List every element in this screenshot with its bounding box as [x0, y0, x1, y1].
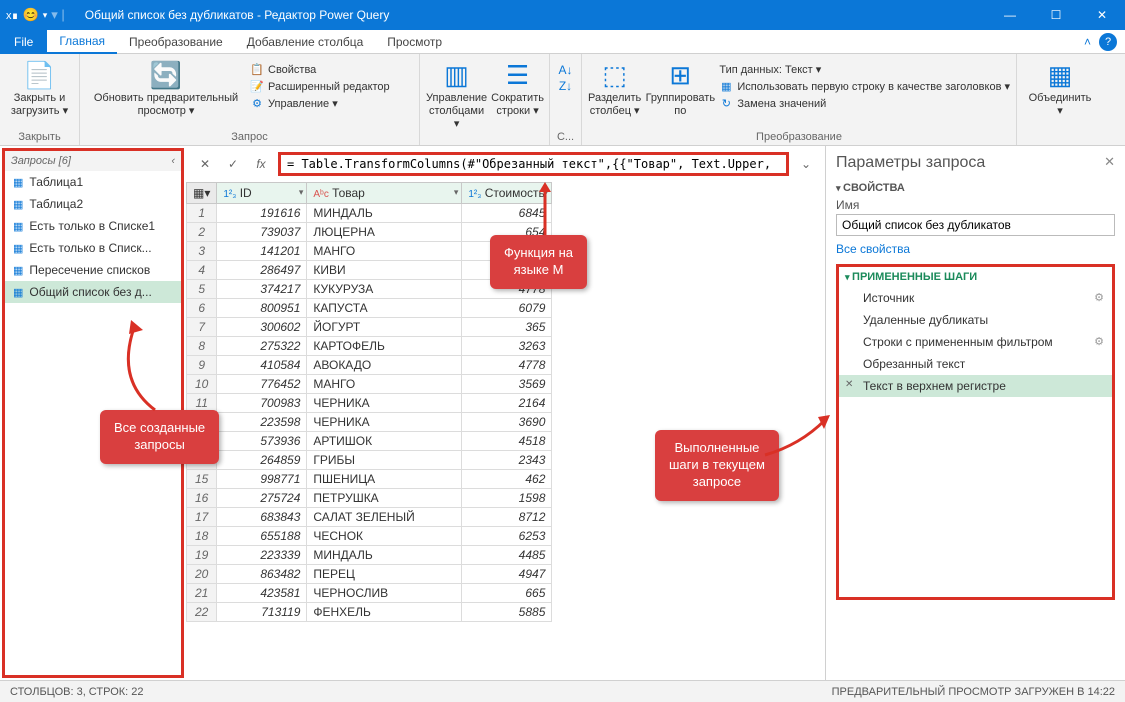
- callout-queries: Все созданные запросы: [100, 410, 219, 464]
- dropdown-icon[interactable]: ▾: [43, 10, 48, 21]
- status-right: ПРЕДВАРИТЕЛЬНЫЙ ПРОСМОТР ЗАГРУЖЕН В 14:2…: [832, 686, 1115, 698]
- query-item[interactable]: ▦Общий список без д...: [5, 281, 181, 303]
- query-item[interactable]: ▦Есть только в Списке1: [5, 215, 181, 237]
- query-item[interactable]: ▦Таблица1: [5, 171, 181, 193]
- table-row[interactable]: 20863482ПЕРЕЦ4947: [187, 565, 552, 584]
- applied-step[interactable]: Текст в верхнем регистре: [839, 375, 1112, 397]
- table-row[interactable]: 8275322КАРТОФЕЛЬ3263: [187, 337, 552, 356]
- all-properties-link[interactable]: Все свойства: [836, 242, 1115, 256]
- column-header-id[interactable]: 1²₃ ID▾: [217, 183, 307, 204]
- center-panel: ✕ ✓ fx ⌄ ▦▾ 1²₃ ID▾ Aᵇc Товар▾ 1²₃ Стоим…: [186, 146, 825, 680]
- column-header-cost[interactable]: 1²₃ Стоимость▾: [462, 183, 552, 204]
- tab-file[interactable]: File: [0, 30, 47, 54]
- table-row[interactable]: 18655188ЧЕСНОК6253: [187, 527, 552, 546]
- query-item[interactable]: ▦Пересечение списков: [5, 259, 181, 281]
- maximize-button[interactable]: ☐: [1033, 0, 1079, 30]
- tab-addcolumn[interactable]: Добавление столбца: [235, 30, 376, 54]
- advanced-editor-button[interactable]: 📝Расширенный редактор: [250, 78, 390, 95]
- collapse-ribbon-icon[interactable]: ˄: [1084, 35, 1091, 49]
- close-button[interactable]: ✕: [1079, 0, 1125, 30]
- status-bar: СТОЛБЦОВ: 3, СТРОК: 22 ПРЕДВАРИТЕЛЬНЫЙ П…: [0, 680, 1125, 702]
- applied-step[interactable]: Удаленные дубликаты: [839, 309, 1112, 331]
- applied-step[interactable]: Обрезанный текст: [839, 353, 1112, 375]
- gear-icon[interactable]: ⚙: [1094, 291, 1104, 305]
- manage-columns-button[interactable]: ▥Управление столбцами ▾: [426, 57, 487, 132]
- group-transform-label: Преобразование: [588, 131, 1010, 145]
- cancel-formula-button[interactable]: ✕: [194, 153, 216, 175]
- group-cols-label: [426, 132, 543, 146]
- callout-formula: Функция на языке М: [490, 235, 587, 289]
- table-row[interactable]: 13573936АРТИШОК4518: [187, 432, 552, 451]
- table-row[interactable]: 10776452МАНГО3569: [187, 375, 552, 394]
- query-name-input[interactable]: [836, 214, 1115, 236]
- column-header-tovar[interactable]: Aᵇc Товар▾: [307, 183, 462, 204]
- table-row[interactable]: 11700983ЧЕРНИКА2164: [187, 394, 552, 413]
- manage-button[interactable]: ⚙Управление ▾: [250, 95, 390, 112]
- settings-title: Параметры запроса✕: [836, 154, 1115, 172]
- smiley-icon: 😊: [23, 7, 39, 23]
- table-row[interactable]: 21423581ЧЕРНОСЛИВ665: [187, 584, 552, 603]
- formula-bar[interactable]: [278, 152, 789, 176]
- sort-asc-button[interactable]: A↓: [558, 63, 572, 77]
- help-icon[interactable]: ?: [1099, 33, 1117, 51]
- query-settings-panel: Параметры запроса✕ СВОЙСТВА Имя Все свой…: [825, 146, 1125, 680]
- properties-button[interactable]: 📋Свойства: [250, 61, 390, 78]
- refresh-preview-button[interactable]: 🔄Обновить предварительный просмотр ▾: [86, 57, 246, 118]
- applied-steps-header[interactable]: ПРИМЕНЕННЫЕ ШАГИ: [845, 271, 1106, 283]
- close-panel-icon[interactable]: ✕: [1104, 154, 1115, 172]
- menu-bar: File Главная Преобразование Добавление с…: [0, 30, 1125, 54]
- group-query-label: Запрос: [86, 131, 413, 145]
- collapse-icon[interactable]: ‹: [171, 155, 175, 167]
- first-row-headers-button[interactable]: ▦Использовать первую строку в качестве з…: [719, 78, 1010, 95]
- tab-transform[interactable]: Преобразование: [117, 30, 235, 54]
- table-row[interactable]: 17683843САЛАТ ЗЕЛЕНЫЙ8712: [187, 508, 552, 527]
- tab-view[interactable]: Просмотр: [375, 30, 454, 54]
- split-column-button[interactable]: ⬚Разделить столбец ▾: [588, 57, 641, 118]
- excel-icon: x∎: [6, 9, 19, 22]
- query-item[interactable]: ▦Таблица2: [5, 193, 181, 215]
- gear-icon[interactable]: ⚙: [1094, 335, 1104, 349]
- queries-header[interactable]: Запросы [6]‹: [5, 151, 181, 171]
- table-row[interactable]: 7300602ЙОГУРТ365: [187, 318, 552, 337]
- close-load-button[interactable]: 📄Закрыть и загрузить ▾: [6, 57, 73, 118]
- table-row[interactable]: 9410584АВОКАДО4778: [187, 356, 552, 375]
- corner-cell[interactable]: ▦▾: [187, 183, 217, 204]
- separator: ▾ |: [51, 7, 65, 23]
- accept-formula-button[interactable]: ✓: [222, 153, 244, 175]
- replace-values-button[interactable]: ↻Замена значений: [719, 95, 1010, 112]
- group-sort-label: С...: [556, 131, 575, 145]
- formula-dropdown-button[interactable]: ⌄: [795, 153, 817, 175]
- table-row[interactable]: 14264859ГРИБЫ2343: [187, 451, 552, 470]
- fx-button[interactable]: fx: [250, 153, 272, 175]
- sort-desc-button[interactable]: Z↓: [559, 79, 572, 93]
- callout-steps: Выполненные шаги в текущем запросе: [655, 430, 779, 501]
- minimize-button[interactable]: —: [987, 0, 1033, 30]
- datatype-button[interactable]: Тип данных: Текст ▾: [719, 61, 1010, 78]
- window-title: Общий список без дубликатов - Редактор P…: [65, 8, 987, 22]
- query-item[interactable]: ▦Есть только в Списк...: [5, 237, 181, 259]
- ribbon: 📄Закрыть и загрузить ▾ Закрыть 🔄Обновить…: [0, 54, 1125, 146]
- table-row[interactable]: 16275724ПЕТРУШКА1598: [187, 489, 552, 508]
- tab-home[interactable]: Главная: [47, 30, 117, 54]
- table-row[interactable]: 22713119ФЕНХЕЛЬ5885: [187, 603, 552, 622]
- table-row[interactable]: 1191616МИНДАЛЬ6845: [187, 204, 552, 223]
- group-by-button[interactable]: ⊞Группировать по: [645, 57, 715, 118]
- applied-step[interactable]: Строки с примененным фильтром⚙: [839, 331, 1112, 353]
- applied-steps-box: ПРИМЕНЕННЫЕ ШАГИ Источник⚙Удаленные дубл…: [836, 264, 1115, 600]
- reduce-rows-button[interactable]: ☰Сократить строки ▾: [491, 57, 544, 118]
- table-row[interactable]: 19223339МИНДАЛЬ4485: [187, 546, 552, 565]
- table-row[interactable]: 12223598ЧЕРНИКА3690: [187, 413, 552, 432]
- titlebar: x∎ 😊 ▾ ▾ | Общий список без дубликатов -…: [0, 0, 1125, 30]
- group-combine-label: [1023, 131, 1097, 145]
- table-row[interactable]: 6800951КАПУСТА6079: [187, 299, 552, 318]
- table-row[interactable]: 15998771ПШЕНИЦА462: [187, 470, 552, 489]
- group-close-label: Закрыть: [6, 131, 73, 145]
- combine-button[interactable]: ▦Объединить ▾: [1023, 57, 1097, 118]
- properties-section-header[interactable]: СВОЙСТВА: [836, 182, 1115, 194]
- applied-step[interactable]: Источник⚙: [839, 287, 1112, 309]
- name-label: Имя: [836, 198, 1115, 212]
- status-left: СТОЛБЦОВ: 3, СТРОК: 22: [10, 686, 144, 698]
